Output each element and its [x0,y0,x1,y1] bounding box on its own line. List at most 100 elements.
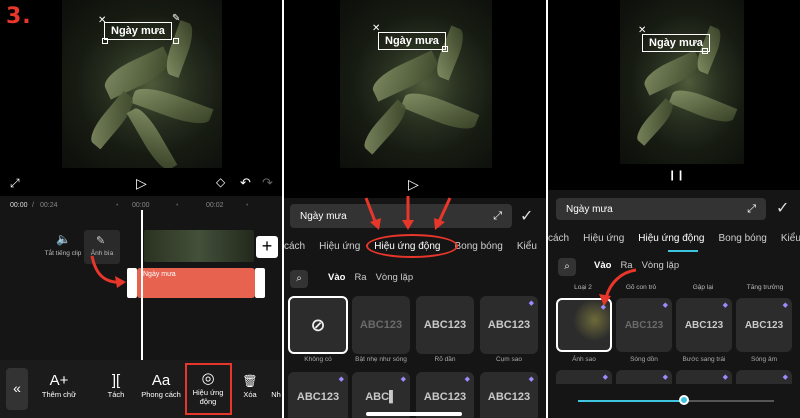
tile-star-cluster[interactable]: ABC123 ◆ [480,296,538,354]
premium-gem-icon: ◆ [662,302,668,309]
subtab-out[interactable]: Ra [620,260,632,271]
subtab-in[interactable]: Vào [328,272,345,283]
tab-template[interactable]: Kiểu [781,233,800,244]
clip-right-handle[interactable] [255,268,265,298]
tile-label: Bước sang trái [682,356,726,363]
premium-gem-icon: ◆ [400,376,406,383]
animation-panel: Ngày mưa ⤢ ✓ cách Hiệu ứng Hiệu ứng động… [284,198,546,418]
tile-none[interactable]: ⊘ [288,296,348,354]
cover-button[interactable]: ✎ Ảnh bìa [84,230,120,264]
close-icon[interactable]: ✕ [372,24,380,34]
tile-label: Cụm sao [495,356,522,363]
confirm-icon[interactable]: ✓ [776,198,789,218]
tile-wave-stack[interactable]: ABC123 ◆ [616,298,672,352]
keyframe-icon[interactable]: ◇ [216,175,225,189]
resize-handle-icon[interactable] [442,46,448,52]
subtab-bar: Vào Ra Vòng lặp [594,260,688,271]
caption-input[interactable]: Ngày mưa ⤢ [290,204,512,228]
highlight-ellipse [366,234,458,258]
tab-effects[interactable]: Hiệu ứng [319,241,360,252]
tile-label: Bật nhẹ như sóng [355,356,407,363]
play-icon[interactable]: ▷ [136,175,147,192]
tile-label: Không có [304,356,332,363]
tab-effects[interactable]: Hiệu ứng [583,233,624,244]
subtab-out[interactable]: Ra [354,272,366,283]
redo-icon[interactable]: ↷ [262,175,273,191]
tab-template[interactable]: Kiểu [517,241,537,252]
premium-gem-icon: ◆ [722,302,728,309]
add-clip-button[interactable]: + [256,236,278,258]
close-icon[interactable]: ✕ [638,26,646,36]
undo-icon[interactable]: ↶ [240,175,251,191]
speaker-icon[interactable]: 🔈 [56,232,71,246]
tile-row2[interactable]: ABC123 ◆ [288,372,348,418]
tab-animation[interactable]: Hiệu ứng động [638,233,704,244]
screen-3: Ngày mưa ✕ ❙❙ Ngày mưa ⤢ ✓ cách Hiệu ứng… [548,0,800,418]
premium-gem-icon: ◆ [464,376,470,383]
screen-1: Ngày mưa ✕ ✎ ⤢ ▷ ◇ ↶ ↷ 00:00 / 00:24 00:… [0,0,282,418]
tile-sound-wave[interactable]: ABC123 ◆ [736,298,792,352]
ruler-label: 00:02 [206,202,224,209]
style-button[interactable]: Aa Phong cách [138,372,184,399]
tile-row2[interactable]: ◆ [676,370,732,384]
expand-icon[interactable]: ⤢ [493,210,502,223]
more-tool-button[interactable]: Nh [270,390,282,399]
clip-left-handle[interactable] [127,268,137,298]
tile-step-left[interactable]: ABC123 ◆ [676,298,732,352]
ruler-label: 00:00 [132,202,150,209]
bottom-toolbar: « A+ Thêm chữ ][ Tách Aa Phong cách ◎ Hi… [0,360,282,418]
group-label: Gập lại [692,284,714,291]
premium-gem-icon: ◆ [782,302,788,309]
duration-slider-knob[interactable] [678,395,689,405]
caption-clip[interactable]: Ngày mưa [137,268,255,298]
subtab-loop[interactable]: Vòng lặp [642,260,680,271]
premium-gem-icon: ◆ [662,374,668,381]
time-total: 00:24 [40,202,58,209]
resize-handle-icon[interactable] [702,48,708,54]
tab-bubble[interactable]: Bong bóng [454,241,502,252]
premium-gem-icon: ◆ [528,376,534,383]
delete-button[interactable]: 🗑 Xóa [234,372,266,399]
expand-icon[interactable]: ⤢ [747,203,756,216]
search-icon[interactable]: ⌕ [558,258,576,276]
caption-input[interactable]: Ngày mưa ⤢ [556,198,766,220]
playhead[interactable] [141,210,143,360]
resize-handle-icon[interactable] [173,38,179,44]
pause-icon[interactable]: ❙❙ [668,170,685,181]
subtab-loop[interactable]: Vòng lặp [376,272,414,283]
split-button[interactable]: ][ Tách [98,372,134,399]
copy-icon[interactable] [102,38,108,44]
cover-label: Ảnh bìa [90,250,114,257]
tile-label: Ánh sao [572,356,596,363]
caption-overlay[interactable]: Ngày mưa [642,34,710,52]
video-preview[interactable] [340,0,492,168]
video-track[interactable] [144,230,254,262]
confirm-icon[interactable]: ✓ [520,206,533,226]
collapse-button[interactable]: « [6,368,28,410]
pencil-icon: ✎ [96,235,106,247]
tile-row2[interactable]: ◆ [736,370,792,384]
subtab-in[interactable]: Vào [594,260,611,271]
tab-bubble[interactable]: Bong bóng [718,233,766,244]
caption-overlay[interactable]: Ngày mưa [104,22,172,40]
tile-wave[interactable]: ABC123 [352,296,410,354]
play-icon[interactable]: ▷ [408,176,419,193]
tile-row2[interactable]: ◆ [616,370,672,384]
text-plus-icon: A+ [49,372,69,389]
group-label: Loại 2 [574,284,592,291]
tile-row2[interactable]: ABC123 ◆ [480,372,538,418]
tab-style[interactable]: cách [548,233,569,244]
tab-style[interactable]: cách [284,241,305,252]
tile-star-light[interactable]: ◆ [556,298,612,352]
search-icon[interactable]: ⌕ [290,270,308,288]
active-tab-underline [668,250,698,252]
animation-panel: Ngày mưa ⤢ ✓ cách Hiệu ứng Hiệu ứng động… [548,190,800,418]
tile-row2[interactable]: ◆ [556,370,612,384]
edit-pencil-icon[interactable]: ✎ [172,14,180,24]
timeline-panel: 00:00 / 00:24 00:00 00:02 • • • 🔈 Tắt ti… [0,196,282,360]
tile-fade-in[interactable]: ABC123 [416,296,474,354]
add-text-button[interactable]: A+ Thêm chữ [38,372,80,399]
close-icon[interactable]: ✕ [98,16,106,26]
fullscreen-icon[interactable]: ⤢ [10,176,20,191]
caption-overlay[interactable]: Ngày mưa [378,32,446,50]
